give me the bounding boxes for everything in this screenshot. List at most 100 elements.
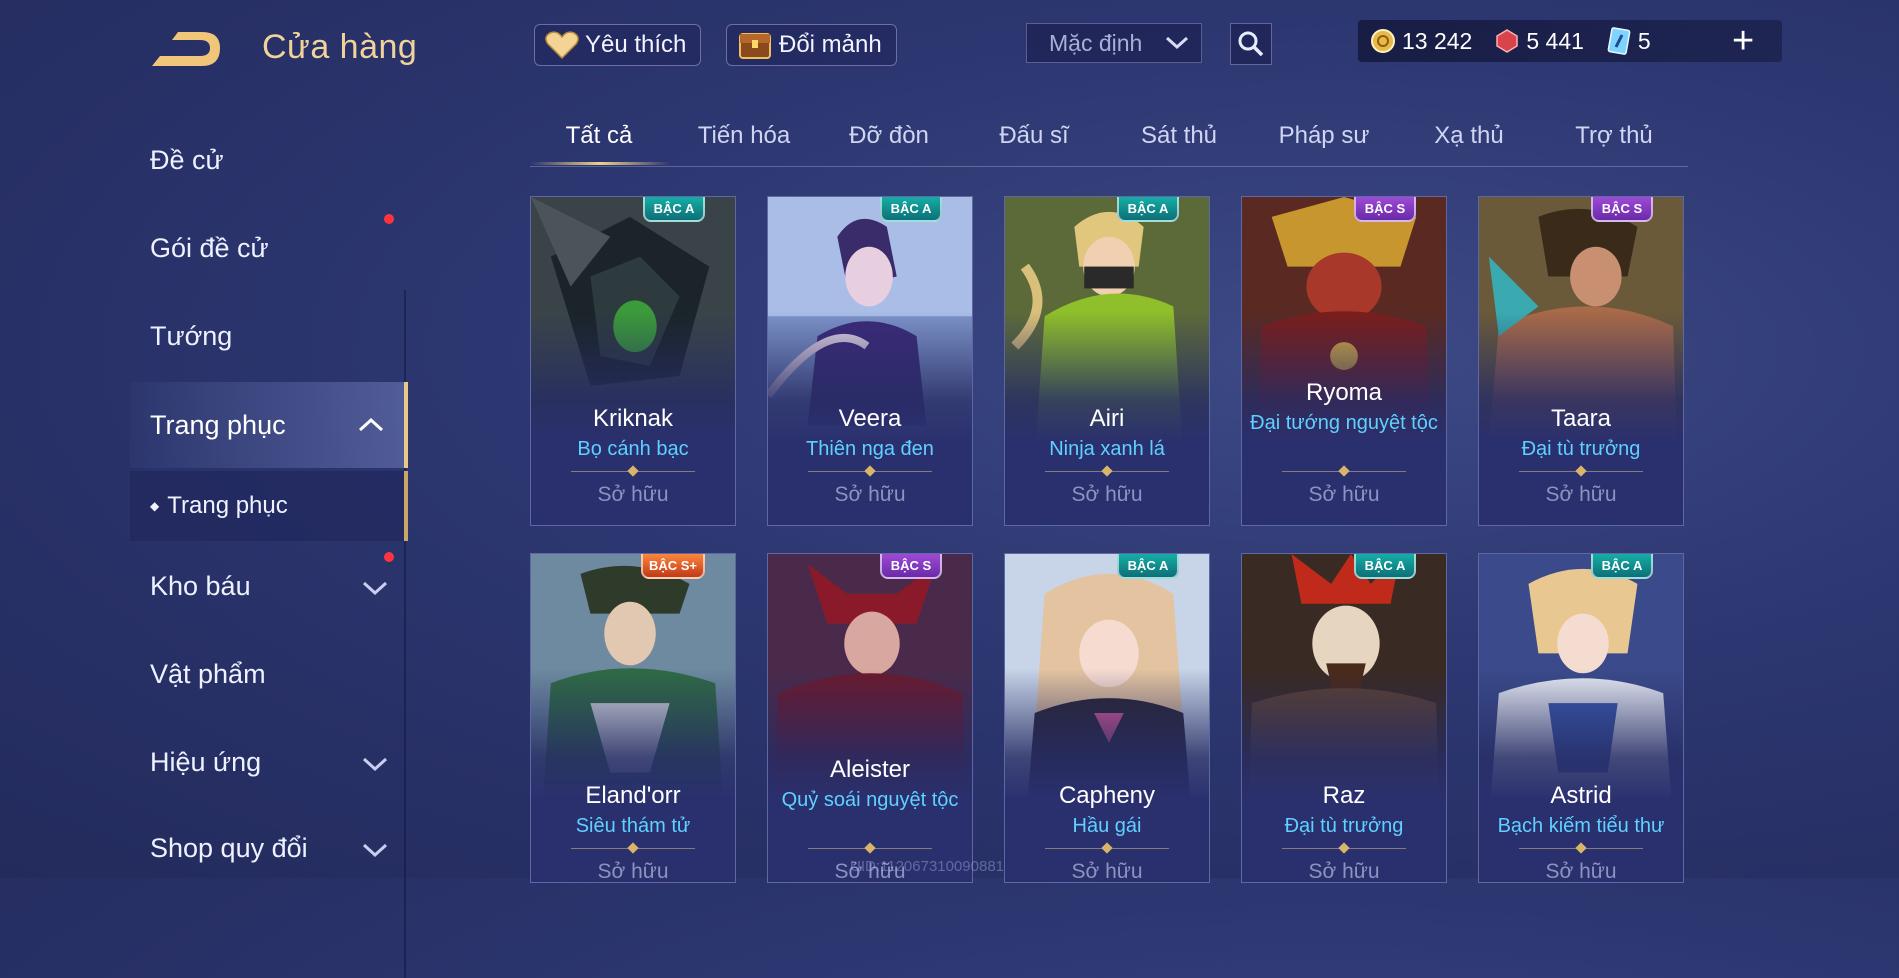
card-shade — [768, 554, 972, 882]
card-separator — [1519, 848, 1643, 849]
skin-card-icon — [1607, 27, 1631, 55]
tab-evolution[interactable]: Tiến hóa — [675, 122, 813, 150]
search-icon — [1238, 31, 1264, 57]
sort-dropdown[interactable]: Mặc định — [1026, 23, 1202, 63]
sidebar: Đề cử Gói đề cử Tướng Trang phục ◆ Trang… — [0, 100, 410, 978]
tab-support[interactable]: Trợ thủ — [1545, 122, 1683, 150]
top-bar: Cửa hàng Yêu thích Đổi mảnh Mặc định 13 … — [0, 0, 1899, 100]
uid-watermark: UID:112067310090881 — [850, 858, 1005, 875]
card-separator — [1282, 848, 1406, 849]
tab-marksman[interactable]: Xạ thủ — [1400, 122, 1538, 150]
sidebar-item-recommended[interactable]: Đề cử — [130, 120, 408, 200]
tier-badge: BẬC S — [880, 554, 942, 579]
card-separator — [1045, 471, 1169, 472]
sidebar-item-recommended-packs[interactable]: Gói đề cử — [130, 208, 408, 288]
sidebar-subitem-label: Trang phục — [167, 492, 288, 519]
tab-tank[interactable]: Đỡ đòn — [820, 122, 958, 150]
chevron-down-icon — [362, 843, 388, 858]
exchange-shards-button[interactable]: Đổi mảnh — [726, 24, 897, 66]
sidebar-item-effects[interactable]: Hiệu ứng — [130, 722, 408, 802]
ownership-status: Sở hữu — [834, 483, 906, 506]
sidebar-item-skins[interactable]: Trang phục — [130, 382, 408, 468]
ownership-status: Sở hữu — [1545, 483, 1617, 506]
card-separator — [571, 848, 695, 849]
currency-bar: 13 242 5 441 5 — [1358, 20, 1782, 62]
skin-card[interactable]: BẬC S Ryoma Đại tướng nguyệt tộc Sở hữu — [1241, 196, 1447, 526]
ownership-status: Sở hữu — [1308, 860, 1380, 883]
skin-card[interactable]: BẬC A Airi Ninja xanh lá Sở hữu — [1004, 196, 1210, 526]
chevron-down-icon — [1165, 36, 1189, 50]
tier-badge: BẬC A — [880, 197, 942, 222]
skin-card[interactable]: BẬC S Taara Đại tù trưởng Sở hữu — [1478, 196, 1684, 526]
skin-name: Bọ cánh bạc — [577, 438, 689, 460]
tier-badge: BẬC S — [1354, 197, 1416, 222]
ownership-status: Sở hữu — [1071, 483, 1143, 506]
skin-name: Thiên nga đen — [806, 438, 934, 460]
hero-name: Aleister — [829, 756, 911, 783]
ownership-status: Sở hữu — [597, 860, 669, 883]
tab-fighter[interactable]: Đấu sĩ — [965, 122, 1103, 150]
skin-name: Ninja xanh lá — [1049, 438, 1165, 460]
skin-card[interactable]: BẬC A Capheny Hầu gái Sở hữu — [1004, 553, 1210, 883]
skin-card[interactable]: BẬC S Aleister Quỷ soái nguyệt tộc Sở hữ… — [767, 553, 973, 883]
card-separator — [1519, 471, 1643, 472]
chevron-up-icon — [358, 417, 384, 432]
tier-badge: BẬC A — [1117, 197, 1179, 222]
hero-name: Raz — [1322, 782, 1366, 809]
page-title: Cửa hàng — [262, 28, 418, 66]
skin-name: Bạch kiếm tiểu thư — [1497, 815, 1665, 837]
sidebar-item-label: Đề cử — [150, 144, 224, 175]
hero-name: Kriknak — [592, 405, 674, 432]
notification-dot — [384, 214, 394, 224]
tab-assassin[interactable]: Sát thủ — [1110, 122, 1248, 150]
skin-card[interactable]: BẬC A Kriknak Bọ cánh bạc Sở hữu — [530, 196, 736, 526]
sidebar-item-items[interactable]: Vật phẩm — [130, 634, 408, 714]
ownership-status: Sở hữu — [1308, 483, 1380, 506]
ownership-status: Sở hữu — [1071, 860, 1143, 883]
favorite-button[interactable]: Yêu thích — [534, 24, 702, 66]
sidebar-item-treasure[interactable]: Kho báu — [130, 546, 408, 626]
card-separator — [1282, 471, 1406, 472]
hero-name: Veera — [838, 405, 902, 432]
skin-name: Đại tướng nguyệt tộc — [1250, 412, 1438, 434]
add-currency-button[interactable]: + — [1732, 22, 1754, 60]
sidebar-subitem-skins[interactable]: ◆ Trang phục — [130, 471, 408, 541]
skin-name: Siêu thám tử — [575, 815, 691, 837]
sidebar-item-label: Vật phẩm — [150, 658, 266, 689]
exchange-label: Đổi mảnh — [779, 31, 882, 58]
skin-card[interactable]: BẬC A Astrid Bạch kiếm tiểu thư Sở hữu — [1478, 553, 1684, 883]
ownership-status: Sở hữu — [597, 483, 669, 506]
tier-badge: BẬC A — [643, 197, 705, 222]
tab-all[interactable]: Tất cả — [530, 122, 668, 150]
heart-icon — [545, 31, 579, 60]
search-button[interactable] — [1230, 23, 1272, 65]
notification-dot — [384, 552, 394, 562]
skin-card[interactable]: BẬC A Raz Đại tù trưởng Sở hữu — [1241, 553, 1447, 883]
sidebar-item-heroes[interactable]: Tướng — [130, 296, 408, 376]
hero-name: Ryoma — [1305, 379, 1383, 406]
gold-coin-icon — [1371, 29, 1395, 53]
voucher-amount: 5 441 — [1526, 27, 1584, 54]
tab-mage[interactable]: Pháp sư — [1255, 122, 1393, 150]
tier-badge: BẬC S+ — [640, 554, 705, 579]
ownership-status: Sở hữu — [1545, 860, 1617, 883]
chevron-down-icon — [362, 757, 388, 772]
skin-name: Quỷ soái nguyệt tộc — [781, 789, 959, 811]
tier-badge: BẬC S — [1591, 197, 1653, 222]
back-button[interactable] — [148, 26, 228, 72]
skin-name: Đại tù trưởng — [1521, 438, 1641, 460]
tier-badge: BẬC A — [1117, 554, 1179, 579]
bullet-diamond-icon: ◆ — [150, 499, 160, 513]
skin-card[interactable]: BẬC S+ Eland'orr Siêu thám tử Sở hữu — [530, 553, 736, 883]
card-separator — [1045, 848, 1169, 849]
sidebar-item-label: Kho báu — [150, 570, 251, 601]
skin-card-currency: 5 — [1606, 27, 1651, 55]
hero-name: Eland'orr — [585, 782, 681, 809]
favorite-label: Yêu thích — [585, 31, 687, 58]
voucher-currency: 5 441 — [1494, 28, 1584, 55]
sidebar-item-exchange-shop[interactable]: Shop quy đổi — [130, 808, 408, 888]
back-arrow-icon — [152, 32, 220, 66]
skin-name: Đại tù trưởng — [1284, 815, 1404, 837]
card-separator — [808, 848, 932, 849]
skin-card[interactable]: BẬC A Veera Thiên nga đen Sở hữu — [767, 196, 973, 526]
